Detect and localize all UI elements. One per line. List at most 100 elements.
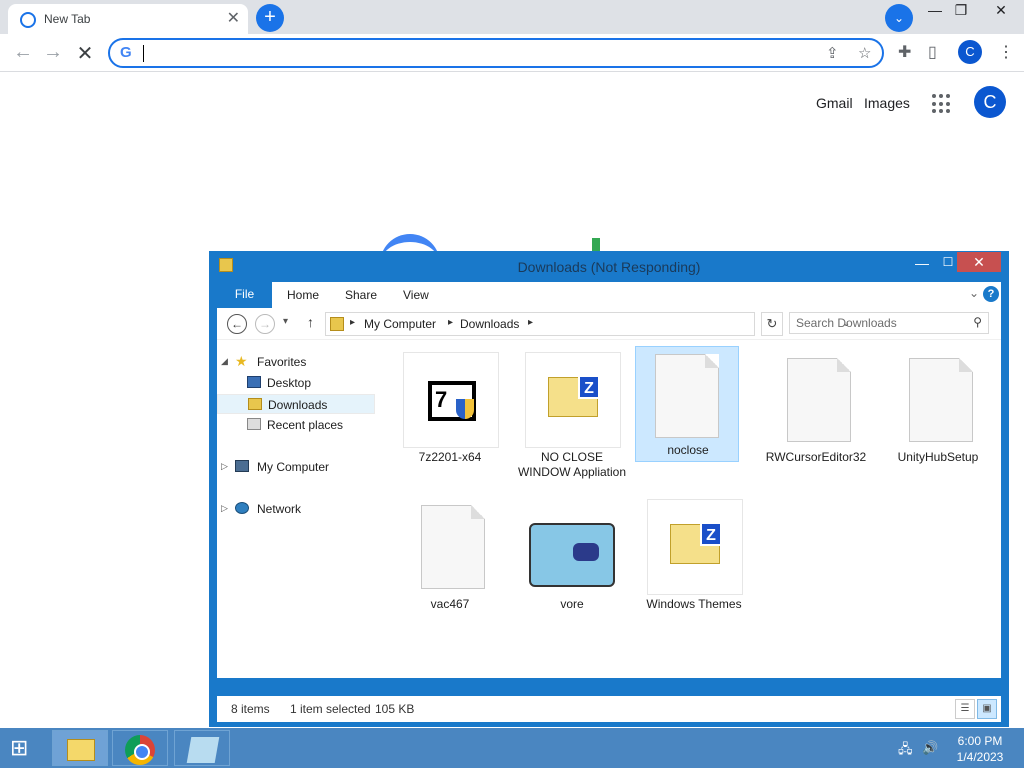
- breadcrumb-downloads[interactable]: Downloads: [460, 317, 519, 331]
- extensions-puzzle-icon[interactable]: ✚: [898, 42, 911, 62]
- tab-share[interactable]: Share: [345, 288, 377, 302]
- profile-avatar[interactable]: C: [958, 40, 982, 64]
- file-item[interactable]: Z NO CLOSE WINDOW Appliation: [517, 348, 626, 488]
- nav-downloads[interactable]: Downloads: [217, 394, 375, 414]
- recent-locations-icon[interactable]: ▾: [283, 316, 288, 327]
- file-thumbnail: [891, 352, 987, 448]
- image-thumbnail-icon: [529, 523, 615, 587]
- taskbar-file-explorer[interactable]: [52, 730, 108, 766]
- taskbar-app[interactable]: [174, 730, 230, 766]
- google-account-avatar[interactable]: C: [974, 86, 1006, 118]
- expand-ribbon-icon[interactable]: ⌄: [969, 286, 979, 300]
- google-apps-icon[interactable]: [932, 94, 952, 114]
- share-icon[interactable]: ⇪: [826, 44, 839, 62]
- tab-close-icon[interactable]: ✕: [227, 8, 240, 28]
- file-item-selected[interactable]: noclose: [635, 346, 739, 462]
- nav-label: My Computer: [257, 460, 330, 474]
- file-list: 7 7z2201-x64 Z NO CLOSE WINDOW Appliatio…: [385, 340, 1001, 678]
- volume-icon[interactable]: 🔊: [922, 740, 938, 756]
- nav-recent-places[interactable]: Recent places: [217, 415, 375, 435]
- ribbon-tabs: File Home Share View ⌄ ?: [217, 282, 1001, 308]
- taskbar-chrome[interactable]: [112, 730, 168, 766]
- expand-arrow-icon[interactable]: ▷: [221, 461, 228, 472]
- address-toolbar: ← → ▾ ↑ ▸ My Computer ▸ Downloads ▸ ⌄ ↻ …: [217, 308, 1001, 340]
- collapse-arrow-icon[interactable]: ◢: [221, 356, 228, 367]
- nav-desktop[interactable]: Desktop: [217, 373, 375, 393]
- expand-arrow-icon[interactable]: ▷: [221, 503, 228, 514]
- images-link[interactable]: Images: [864, 95, 910, 111]
- breadcrumb-separator[interactable]: ▸: [448, 317, 453, 328]
- tab-new-tab[interactable]: New Tab ✕: [8, 4, 248, 34]
- nav-my-computer[interactable]: ▷ My Computer: [217, 457, 375, 477]
- nav-network[interactable]: ▷ Network: [217, 499, 375, 519]
- breadcrumb-separator[interactable]: ▸: [528, 317, 533, 328]
- file-name: vac467: [430, 597, 470, 611]
- restore-icon[interactable]: ❐: [946, 2, 976, 19]
- nav-favorites[interactable]: ◢ ★ Favorites: [217, 352, 375, 372]
- file-thumbnail: [637, 348, 737, 444]
- help-icon[interactable]: ?: [983, 286, 999, 302]
- close-window-icon[interactable]: ✕: [986, 2, 1016, 19]
- address-bar[interactable]: G ⇪ ☆: [108, 38, 884, 68]
- file-thumbnail: [525, 499, 621, 595]
- stop-loading-icon[interactable]: ✕: [72, 41, 98, 66]
- breadcrumb[interactable]: ▸ My Computer ▸ Downloads ▸ ⌄: [325, 312, 850, 336]
- clock-date: 1/4/2023: [956, 750, 1004, 764]
- computer-icon: [235, 460, 249, 472]
- up-folder-icon[interactable]: ↑: [307, 314, 314, 330]
- forward-arrow-icon[interactable]: →: [40, 41, 66, 64]
- tab-view[interactable]: View: [403, 288, 429, 302]
- app-icon: [186, 737, 220, 763]
- minimize-button[interactable]: —: [909, 255, 935, 273]
- search-placeholder: Search Downloads: [796, 316, 897, 330]
- back-arrow-icon[interactable]: ←: [10, 41, 36, 64]
- uac-shield-icon: [456, 399, 474, 419]
- file-item[interactable]: vac467: [395, 495, 499, 635]
- close-button[interactable]: ✕: [957, 252, 1001, 272]
- network-icon: [235, 502, 249, 514]
- zip-badge-icon: Z: [578, 375, 600, 399]
- file-explorer-icon: [67, 739, 95, 761]
- tab-search-button[interactable]: ⌄: [885, 4, 913, 32]
- menu-dots-icon[interactable]: ⋮: [998, 42, 1014, 62]
- browser-toolbar: ← → ✕ G ⇪ ☆ ✚ ▯ C ⋮: [0, 34, 1024, 72]
- zip-badge-icon: Z: [700, 522, 722, 546]
- file-name: vore: [560, 597, 584, 611]
- network-tray-icon[interactable]: 🖧: [898, 740, 913, 762]
- tab-file[interactable]: File: [217, 282, 272, 308]
- search-icon[interactable]: ⚲: [973, 315, 982, 329]
- text-caret: [143, 45, 144, 62]
- breadcrumb-my-computer[interactable]: My Computer: [364, 317, 436, 331]
- file-item[interactable]: Z Windows Themes: [639, 495, 743, 635]
- nav-label: Desktop: [267, 376, 312, 390]
- new-tab-button[interactable]: +: [256, 4, 284, 32]
- details-view-icon[interactable]: ☰: [955, 699, 975, 719]
- system-clock[interactable]: 6:00 PM 1/4/2023: [950, 733, 1010, 765]
- back-icon[interactable]: ←: [227, 314, 247, 334]
- desktop-icon: [247, 376, 261, 388]
- breadcrumb-separator[interactable]: ▸: [350, 317, 355, 328]
- selection-size: 105 KB: [375, 702, 415, 716]
- tab-home[interactable]: Home: [287, 288, 319, 302]
- side-panel-icon[interactable]: ▯: [928, 42, 937, 62]
- forward-icon[interactable]: →: [255, 314, 275, 334]
- bookmark-star-icon[interactable]: ☆: [858, 44, 871, 62]
- search-input[interactable]: Search Downloads ⚲: [789, 312, 989, 334]
- refresh-icon[interactable]: ↻: [761, 312, 783, 336]
- google-logo-fragment: [592, 238, 600, 252]
- loading-icon: [20, 12, 36, 28]
- start-button[interactable]: ⊞: [10, 737, 38, 761]
- gmail-link[interactable]: Gmail: [816, 95, 853, 111]
- nav-label: Network: [257, 502, 302, 516]
- title-bar[interactable]: Downloads (Not Responding) — ☐ ✕: [209, 251, 1009, 281]
- file-thumbnail: Z: [647, 499, 743, 595]
- file-name: NO CLOSE WINDOW Appliation: [517, 450, 627, 479]
- file-item[interactable]: 7 7z2201-x64: [395, 348, 499, 488]
- status-bar: 8 items 1 item selected 105 KB ☰ ▣: [217, 696, 1001, 722]
- file-item[interactable]: RWCursorEditor32: [761, 348, 866, 488]
- selection-count: 1 item selected: [290, 702, 371, 716]
- file-thumbnail: [769, 352, 865, 448]
- file-item[interactable]: UnityHubSetup: [883, 348, 987, 488]
- large-icons-view-icon[interactable]: ▣: [977, 699, 997, 719]
- file-item[interactable]: vore: [517, 495, 621, 635]
